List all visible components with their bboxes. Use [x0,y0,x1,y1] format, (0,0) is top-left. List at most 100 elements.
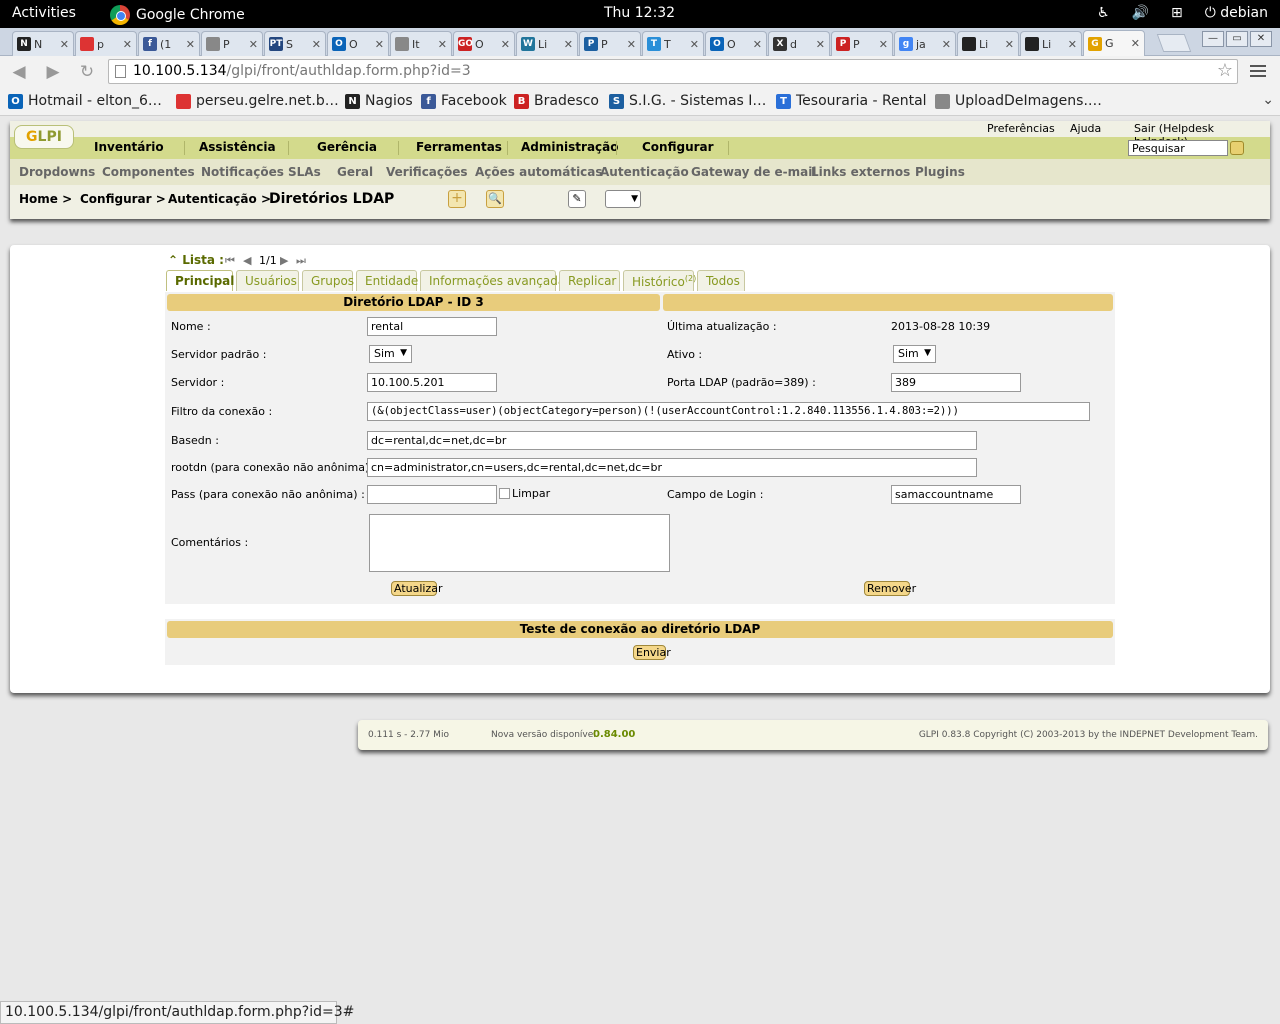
rootdn-input[interactable]: cn=administrator,cn=users,dc=rental,dc=n… [367,458,977,477]
tab-close-icon[interactable]: ✕ [690,38,703,51]
list-link[interactable]: ⌃ Lista : [168,253,224,267]
browser-tab[interactable]: Li ✕ [957,31,1019,56]
network-icon[interactable]: ⊞ [1171,5,1183,21]
remove-button[interactable]: Remover [864,581,916,596]
activities-button[interactable]: Activities [12,5,76,21]
menu-ferramentas[interactable]: Ferramentas [416,140,502,154]
tab-grupos[interactable]: Grupos [302,270,354,291]
server-input[interactable]: 10.100.5.201 [367,373,497,392]
clock[interactable]: Thu 12:32 [604,5,675,21]
breadcrumb-configurar[interactable]: Configurar > [80,192,166,206]
accessibility-icon[interactable]: ♿ [1097,5,1110,21]
reload-button[interactable]: ↻ [76,62,98,84]
list-view-icon[interactable]: ▼ [605,190,641,208]
bookmark-star-icon[interactable]: ☆ [1217,60,1233,81]
tab-close-icon[interactable]: ✕ [312,38,325,51]
browser-tab[interactable]: W Li ✕ [516,31,578,56]
minimize-button[interactable]: — [1202,31,1224,47]
menu-administracao[interactable]: Administração [521,140,619,154]
tab-close-icon[interactable]: ✕ [60,38,73,51]
tab-close-icon[interactable]: ✕ [123,38,136,51]
comments-textarea[interactable] [369,514,670,572]
tab-close-icon[interactable]: ✕ [186,38,199,51]
login-input[interactable]: samaccountname [891,485,1021,504]
tab-entidade[interactable]: Entidade [356,270,418,291]
submenu-componentes[interactable]: Componentes [102,165,195,179]
new-version-link[interactable]: 0.84.00 [593,729,635,740]
bookmark-item[interactable]: N Nagios [345,93,413,109]
submenu-links-externos[interactable]: Links externos [811,165,910,179]
browser-tab[interactable]: GO O ✕ [453,31,515,56]
new-tab-button[interactable] [1156,34,1192,52]
breadcrumb-home[interactable]: Home > [19,192,72,206]
tab-close-icon[interactable]: ✕ [501,38,514,51]
tab-usuarios[interactable]: Usuários [236,270,299,291]
browser-tab[interactable]: N N ✕ [12,31,74,56]
browser-tab[interactable]: G G ✕ [1083,30,1145,56]
bookmarks-more-icon[interactable]: ⌄ [1262,92,1274,108]
tab-todos[interactable]: Todos [697,270,745,291]
tab-close-icon[interactable]: ✕ [1068,38,1081,51]
app-menu[interactable]: Google Chrome [110,5,245,25]
browser-tab[interactable]: Xd ✕ [768,31,830,56]
copyright-link[interactable]: GLPI 0.83.8 Copyright (C) 2003-2013 by t… [919,730,1258,740]
search-input[interactable]: Pesquisar [1128,140,1228,156]
tab-close-icon[interactable]: ✕ [438,38,451,51]
prev-page-icon[interactable]: ◀ [243,254,251,267]
send-button[interactable]: Enviar [633,645,671,660]
submenu-notificacoes[interactable]: Notificações [201,165,284,179]
browser-tab[interactable]: f (1 ✕ [138,31,200,56]
tab-close-icon[interactable]: ✕ [627,38,640,51]
bookmark-item[interactable]: UploadDeImagens.… [935,93,1102,109]
menu-configurar[interactable]: Configurar [642,140,714,154]
help-link[interactable]: Ajuda [1070,122,1101,135]
port-input[interactable]: 389 [891,373,1021,392]
search-button[interactable] [1230,141,1244,155]
forward-button[interactable]: ▶ [42,62,64,84]
browser-tab[interactable]: p ✕ [75,31,137,56]
tab-close-icon[interactable]: ✕ [564,38,577,51]
edit-icon[interactable]: ✎ [568,190,586,208]
name-input[interactable]: rental [367,317,497,336]
tab-close-icon[interactable]: ✕ [942,38,955,51]
bookmark-item[interactable]: O Hotmail - elton_6… [8,93,162,109]
tab-close-icon[interactable]: ✕ [1005,38,1018,51]
maximize-button[interactable]: ▭ [1226,31,1248,47]
system-tray[interactable]: ♿ 🔊 ⊞ ⏻ debian [1097,5,1268,21]
submenu-verificacoes[interactable]: Verificações [386,165,468,179]
submenu-geral[interactable]: Geral [337,165,373,179]
tab-informacoes-avancadas[interactable]: Informações avançadas [420,270,571,291]
glpi-logo[interactable]: GLPI [14,125,74,149]
add-icon[interactable]: + [448,190,466,208]
submenu-gateway-email[interactable]: Gateway de e-mail [691,165,817,179]
pass-input[interactable] [367,485,497,504]
tab-principal[interactable]: Principal [166,270,234,291]
bookmark-item[interactable]: S S.I.G. - Sistemas I… [609,93,766,109]
search-icon[interactable]: 🔍 [486,190,504,208]
submenu-slas[interactable]: SLAs [288,165,321,179]
submenu-plugins[interactable]: Plugins [915,165,965,179]
bookmark-item[interactable]: B Bradesco [514,93,599,109]
browser-tab[interactable]: Li ✕ [1020,31,1082,56]
address-bar[interactable]: 10.100.5.134/glpi/front/authldap.form.ph… [108,59,1238,84]
user-menu[interactable]: ⏻ debian [1205,5,1268,21]
browser-tab[interactable]: It ✕ [390,31,452,56]
next-page-icon[interactable]: ▶ [280,254,288,267]
bookmark-item[interactable]: perseu.gelre.net.b… [176,93,339,109]
browser-tab[interactable]: P P ✕ [831,31,893,56]
bookmark-item[interactable]: T Tesouraria - Rental [776,93,927,109]
submenu-dropdowns[interactable]: Dropdowns [19,165,95,179]
default-server-select[interactable]: Sim [369,345,412,363]
browser-tab[interactable]: P P ✕ [579,31,641,56]
last-page-icon[interactable]: ⏭ [296,254,306,268]
browser-tab[interactable]: g ja ✕ [894,31,956,56]
basedn-input[interactable]: dc=rental,dc=net,dc=br [367,431,977,450]
tab-historico[interactable]: Histórico(2) [623,270,696,291]
close-window-button[interactable]: ✕ [1250,31,1272,47]
menu-assistencia[interactable]: Assistência [199,140,276,154]
tab-close-icon[interactable]: ✕ [1131,37,1144,50]
tab-close-icon[interactable]: ✕ [375,38,388,51]
browser-tab[interactable]: PT S ✕ [264,31,326,56]
tab-replicar[interactable]: Replicar [559,270,620,291]
first-page-icon[interactable]: ⏮ [225,254,235,268]
